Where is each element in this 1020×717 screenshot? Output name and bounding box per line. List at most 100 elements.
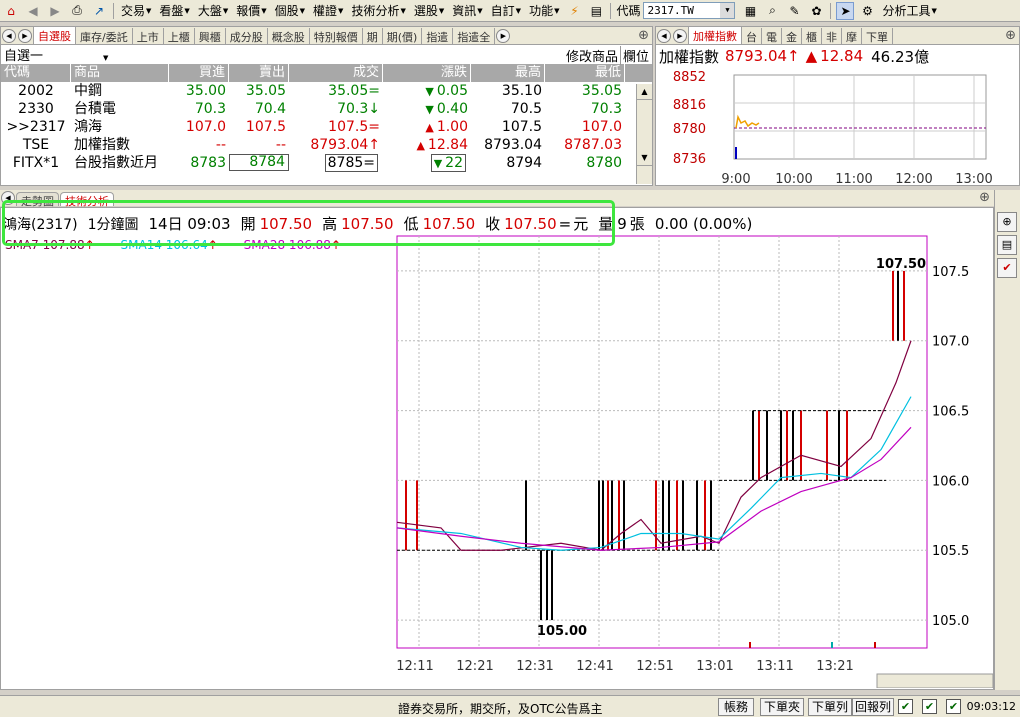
- tab-otc-idx[interactable]: 櫃: [802, 28, 822, 44]
- checkbox-3[interactable]: ✔: [946, 699, 961, 714]
- zoom-icon[interactable]: ⊕: [997, 212, 1017, 232]
- col-code[interactable]: 代碼: [1, 64, 71, 82]
- lightning-icon[interactable]: ⚡: [565, 2, 583, 20]
- menu-quote[interactable]: 報價 ▼: [232, 2, 270, 19]
- tab-msci[interactable]: 摩: [842, 28, 862, 44]
- menu-function[interactable]: 功能 ▼: [525, 2, 563, 19]
- table-row[interactable]: 2330 台積電 70.3 70.4 70.3↓ ▼ 0.40 70.5 70.3: [1, 100, 652, 118]
- checkbox-1[interactable]: ✔: [898, 699, 913, 714]
- account-button[interactable]: 帳務: [718, 698, 754, 716]
- analysis-icon[interactable]: ⚙: [858, 2, 876, 20]
- down-triangle-icon: ▼: [425, 85, 434, 98]
- back-icon[interactable]: ◀: [24, 2, 42, 20]
- tab-next-icon[interactable]: ▶: [18, 29, 32, 43]
- zoom-icon[interactable]: ⊕: [979, 190, 990, 205]
- change-value: 12.84: [427, 137, 468, 153]
- menu-label: 交易: [121, 4, 146, 18]
- tab-scroll-icon[interactable]: ▶: [496, 29, 511, 43]
- tab-prev-icon[interactable]: ◀: [2, 29, 16, 43]
- report-bar-button[interactable]: 回報列: [852, 698, 894, 716]
- menu-screener[interactable]: 選股 ▼: [410, 2, 448, 19]
- tab-futures[interactable]: 期: [363, 28, 383, 44]
- col-bid[interactable]: 買進: [169, 64, 229, 82]
- col-low[interactable]: 最低: [545, 64, 625, 82]
- menu-warrant[interactable]: 權證 ▼: [309, 2, 347, 19]
- stamp-icon[interactable]: ✿: [807, 2, 825, 20]
- tab-taiex[interactable]: 加權指數: [688, 26, 742, 44]
- deal-value: 107.5: [328, 119, 369, 135]
- forward-icon[interactable]: ▶: [46, 2, 64, 20]
- table-row[interactable]: TSE 加權指數 -- -- 8793.04↑ ▲ 12.84 8793.04 8787.03: [1, 136, 652, 154]
- col-deal[interactable]: 成交: [289, 64, 383, 82]
- tab-index-all[interactable]: 指遣全: [453, 28, 496, 44]
- row-change: ▲ 12.84: [383, 136, 471, 154]
- notepad-icon[interactable]: ▤: [587, 2, 605, 20]
- col-name[interactable]: 商品: [71, 64, 169, 82]
- menu-market[interactable]: 大盤 ▼: [194, 2, 232, 19]
- tab-next-icon[interactable]: ▶: [673, 29, 687, 43]
- tab-non[interactable]: 非: [822, 28, 842, 44]
- search-icon[interactable]: ⌕: [763, 2, 781, 20]
- menu-technical[interactable]: 技術分析 ▼: [347, 2, 409, 19]
- modify-products-button[interactable]: 修改商品: [566, 46, 618, 65]
- zoom-icon[interactable]: ⊕: [638, 28, 649, 43]
- zoom-icon[interactable]: ⊕: [1005, 28, 1016, 43]
- menu-custom[interactable]: 自訂 ▼: [487, 2, 525, 19]
- menu-analysis-tools[interactable]: 分析工具 ▼: [878, 2, 940, 19]
- col-change[interactable]: 漲跌: [383, 64, 471, 82]
- checkbox-2[interactable]: ✔: [922, 699, 937, 714]
- alert-icon[interactable]: ✎: [785, 2, 803, 20]
- tab-order[interactable]: 下單: [862, 28, 893, 44]
- quote-scrollbar[interactable]: ▲ ▼: [636, 84, 652, 184]
- index-x-tick: 13:00: [955, 172, 992, 187]
- menu-label: 功能: [529, 4, 554, 18]
- tab-fin[interactable]: 金: [782, 28, 802, 44]
- notes-icon[interactable]: ▤: [997, 235, 1017, 255]
- popout-icon[interactable]: ↗: [90, 2, 108, 20]
- cursor-icon[interactable]: ➤: [836, 1, 855, 20]
- check-icon[interactable]: ✔: [997, 258, 1017, 278]
- tab-tw[interactable]: 台: [742, 28, 762, 44]
- table-row[interactable]: 2002 中鋼 35.00 35.05 35.05= ▼ 0.05 35.10 35.05: [1, 82, 652, 100]
- tab-otc[interactable]: 上櫃: [164, 28, 195, 44]
- col-ask[interactable]: 賣出: [229, 64, 289, 82]
- table-row[interactable]: >>2317 鴻海 107.0 107.5 107.5= ▲ 1.00 107.5 107.0: [1, 118, 652, 136]
- table-row[interactable]: FITX*1 台股指數近月 8783 8784 8785= ▼ 22 8794 8780: [1, 154, 652, 172]
- code-input[interactable]: 2317.TW ▼: [643, 2, 736, 19]
- print-icon[interactable]: ⎙: [68, 2, 86, 20]
- chevron-down-icon: ▼: [477, 6, 483, 15]
- menu-info[interactable]: 資訊 ▼: [448, 2, 486, 19]
- chevron-down-icon[interactable]: ▼: [720, 3, 735, 18]
- index-tabs: ◀ ▶ 加權指數 台 電 金 櫃 非 摩 下單 ⊕: [656, 26, 1019, 45]
- y-tick-label: 105.0: [932, 614, 969, 629]
- tab-index[interactable]: 指遣: [422, 28, 454, 44]
- row-ask: 107.5: [245, 119, 286, 135]
- index-value: 8793.04: [725, 47, 788, 65]
- menu-label: 資訊: [452, 4, 477, 18]
- col-high[interactable]: 最高: [471, 64, 545, 82]
- tab-prev-icon[interactable]: ◀: [657, 29, 671, 43]
- tab-listed[interactable]: 上市: [133, 28, 164, 44]
- lookup-icon[interactable]: ▦: [741, 2, 759, 20]
- tab-emerging[interactable]: 興櫃: [195, 28, 226, 44]
- scroll-down-icon[interactable]: ▼: [637, 150, 652, 166]
- order-bar-button[interactable]: 下單列: [808, 698, 852, 716]
- change-value: 0.05: [436, 83, 468, 99]
- menu-trade[interactable]: 交易 ▼: [117, 2, 155, 19]
- order-folder-button[interactable]: 下單夾: [760, 698, 804, 716]
- row-name: 中鋼: [74, 83, 102, 99]
- tab-concept[interactable]: 概念股: [268, 28, 310, 44]
- tab-elec[interactable]: 電: [762, 28, 782, 44]
- columns-button[interactable]: 欄位: [619, 46, 649, 65]
- scroll-up-icon[interactable]: ▲: [637, 84, 652, 100]
- tab-components[interactable]: 成分股: [226, 28, 268, 44]
- tab-watchlist[interactable]: 自選股: [33, 26, 76, 44]
- menu-stock[interactable]: 個股 ▼: [271, 2, 309, 19]
- menu-watch[interactable]: 看盤 ▼: [155, 2, 193, 19]
- tab-special-quote[interactable]: 特別報價: [310, 28, 363, 44]
- tab-inventory[interactable]: 庫存/委託: [76, 28, 133, 44]
- group-select[interactable]: 自選一 ▼: [1, 45, 151, 64]
- scroll-track[interactable]: [637, 100, 652, 150]
- tab-futures-price[interactable]: 期(價): [383, 28, 423, 44]
- home-icon[interactable]: ⌂: [2, 2, 20, 20]
